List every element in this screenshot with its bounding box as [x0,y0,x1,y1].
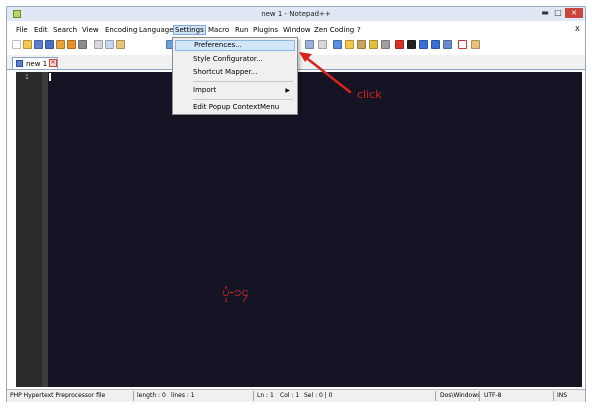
menu-plugins[interactable]: Plugins [252,25,279,35]
tab-close-icon[interactable]: × [49,59,57,67]
menu-separator [193,81,293,82]
status-sel: Sel : 0 | 0 [304,392,333,399]
stop-icon[interactable] [407,40,416,49]
tab-new-1[interactable]: new 1 × [12,57,58,69]
print-icon[interactable] [78,40,87,49]
menu-separator [193,99,293,100]
save-all-icon[interactable] [45,40,54,49]
menu-item-label: Import [193,86,217,94]
menu-edit[interactable]: Edit [33,25,49,35]
title-bar[interactable]: new 1 - Notepad++ ▬ □ ✕ [7,7,585,21]
all-chars-icon[interactable] [318,40,327,49]
menu-item-shortcut-mapper[interactable]: Shortcut Mapper... [175,67,295,78]
menu-help[interactable]: ? [356,25,362,35]
spell-check-icon[interactable] [458,40,467,49]
wrap-icon[interactable] [305,40,314,49]
menu-bar: File Edit Search View Encoding Language … [7,24,585,36]
status-ln: Ln : 1 [257,392,274,399]
indent-guide-icon[interactable] [333,40,342,49]
play-multi-icon[interactable] [431,40,440,49]
status-eol: Dos\Windows [440,392,481,399]
menu-zen-coding[interactable]: Zen Coding [313,25,355,35]
menu-encoding[interactable]: Encoding [104,25,138,35]
tab-label: new 1 [26,60,48,68]
close-icon[interactable] [56,40,65,49]
extra-icon[interactable] [471,40,480,49]
lang-icon[interactable] [345,40,354,49]
menu-item-import[interactable]: Import ▶ [175,85,295,96]
cut-icon[interactable] [94,40,103,49]
close-all-icon[interactable] [67,40,76,49]
status-encoding: UTF-8 [484,392,502,399]
menu-item-label: Style Configurator... [193,55,263,63]
save-icon [16,60,23,67]
menu-item-preferences[interactable]: Preferences... [175,40,295,51]
func-list-icon[interactable] [381,40,390,49]
status-divider [553,391,554,401]
menu-macro[interactable]: Macro [207,25,230,35]
status-mode: INS [557,392,568,399]
menu-language[interactable]: Language [138,25,175,35]
menu-settings[interactable]: Settings [173,25,206,35]
folder-icon[interactable] [369,40,378,49]
map-icon[interactable] [357,40,366,49]
line-number: 1 [25,74,29,81]
minimize-button[interactable]: ▬ [539,8,551,18]
maximize-button[interactable]: □ [552,8,564,18]
new-file-icon[interactable] [12,40,21,49]
menu-file[interactable]: File [15,25,29,35]
save-macro-icon[interactable] [443,40,452,49]
menu-window[interactable]: Window [282,25,312,35]
close-window-button[interactable]: ✕ [565,8,583,18]
menu-view[interactable]: View [81,25,100,35]
menu-item-label: Edit Popup ContextMenu [193,103,280,111]
open-file-icon[interactable] [23,40,32,49]
close-document-button[interactable]: X [575,25,580,33]
menu-item-edit-popup-contextmenu[interactable]: Edit Popup ContextMenu [175,102,295,113]
status-divider [253,391,254,401]
status-divider [435,391,436,401]
copy-icon[interactable] [105,40,114,49]
menu-item-style-configurator[interactable]: Style Configurator... [175,54,295,65]
settings-dropdown-menu: Preferences... Style Configurator... Sho… [172,37,298,115]
menu-run[interactable]: Run [234,25,249,35]
menu-item-label: Shortcut Mapper... [193,68,258,76]
watermark-caption: ပုံ-၁၄ [222,285,249,300]
text-caret [49,73,51,81]
record-icon[interactable] [395,40,404,49]
status-divider [133,391,134,401]
menu-item-label: Preferences... [194,41,242,49]
status-file-type: PHP Hypertext Preprocessor file [10,392,106,399]
status-lines: lines : 1 [171,392,195,399]
menu-search[interactable]: Search [52,25,78,35]
paste-icon[interactable] [116,40,125,49]
annotation-click-label: click [357,88,382,101]
play-icon[interactable] [419,40,428,49]
status-divider [479,391,480,401]
window-title: new 1 - Notepad++ [261,10,331,18]
status-col: Col : 1 [280,392,300,399]
status-bar: PHP Hypertext Preprocessor file length :… [7,389,585,402]
status-length: length : 0 [137,392,166,399]
text-editor[interactable] [48,72,582,387]
submenu-arrow-icon: ▶ [285,87,290,94]
save-icon[interactable] [34,40,43,49]
line-number-gutter: 1 [16,72,42,387]
